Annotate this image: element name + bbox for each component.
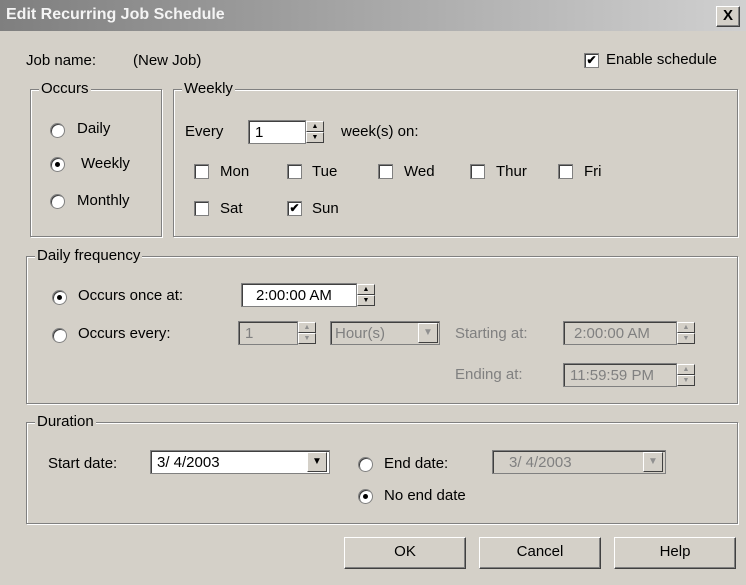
dropdown-arrow-icon[interactable]: ▼ xyxy=(643,452,663,472)
weeks-on-label: week(s) on: xyxy=(341,123,419,140)
close-button[interactable]: X xyxy=(716,6,740,27)
weekly-every-label: Every xyxy=(185,123,224,140)
spin-up-icon[interactable]: ▲ xyxy=(677,322,695,333)
spin-down-icon[interactable]: ▼ xyxy=(677,375,695,386)
every-value-input[interactable]: 1 xyxy=(238,321,298,345)
once-time-input[interactable]: 2:00:00 AM xyxy=(241,283,357,307)
day-mon-checkbox[interactable] xyxy=(194,164,209,179)
day-sat-checkbox[interactable] xyxy=(194,201,209,216)
dropdown-arrow-icon[interactable]: ▼ xyxy=(307,452,327,472)
day-mon-label: Mon xyxy=(220,163,250,180)
starting-at-label: Starting at: xyxy=(455,325,528,342)
spin-up-icon[interactable]: ▲ xyxy=(306,121,324,132)
day-thur-label: Thur xyxy=(496,163,527,180)
day-wed-checkbox[interactable] xyxy=(378,164,393,179)
end-date-radio[interactable] xyxy=(358,457,373,472)
day-sun-label: Sun xyxy=(312,200,339,217)
enable-schedule-label: Enable schedule xyxy=(606,51,717,68)
title-bar: Edit Recurring Job Schedule X xyxy=(0,0,746,31)
checkmark-icon: ✔ xyxy=(586,53,597,67)
starting-at-input[interactable]: 2:00:00 AM xyxy=(563,321,677,345)
once-time-spinner[interactable]: ▲ ▼ xyxy=(357,284,375,306)
no-end-date-label: No end date xyxy=(384,487,466,504)
cancel-button[interactable]: Cancel xyxy=(479,537,601,569)
day-sat-label: Sat xyxy=(220,200,243,217)
starting-at-spinner[interactable]: ▲ ▼ xyxy=(677,322,695,344)
weekly-every-spinner[interactable]: ▲ ▼ xyxy=(306,121,324,143)
day-fri-label: Fri xyxy=(584,163,602,180)
occurs-daily-label: Daily xyxy=(77,120,111,137)
spin-down-icon[interactable]: ▼ xyxy=(298,333,316,344)
every-value-spinner[interactable]: ▲ ▼ xyxy=(298,322,316,344)
spin-down-icon[interactable]: ▼ xyxy=(357,295,375,306)
duration-legend: Duration xyxy=(35,413,96,431)
end-date-input[interactable]: 3/ 4/2003 xyxy=(492,450,666,474)
occurs-weekly-radio[interactable] xyxy=(50,157,65,172)
occurs-every-label: Occurs every: xyxy=(78,325,171,342)
end-date-label: End date: xyxy=(384,455,449,472)
occurs-legend: Occurs xyxy=(39,80,91,98)
occurs-once-label: Occurs once at: xyxy=(78,287,184,304)
help-button[interactable]: Help xyxy=(614,537,736,569)
no-end-date-radio[interactable] xyxy=(358,489,373,504)
day-thur-checkbox[interactable] xyxy=(470,164,485,179)
day-wed-label: Wed xyxy=(404,163,435,180)
checkmark-icon: ✔ xyxy=(289,201,300,215)
occurs-daily-radio[interactable] xyxy=(50,123,65,138)
enable-schedule-checkbox[interactable]: ✔ xyxy=(584,53,599,68)
occurs-every-radio[interactable] xyxy=(52,328,67,343)
spin-down-icon[interactable]: ▼ xyxy=(306,132,324,143)
occurs-weekly-label: Weekly xyxy=(81,155,130,172)
job-name-value: (New Job) xyxy=(133,52,202,69)
start-date-label: Start date: xyxy=(48,455,118,472)
spin-up-icon[interactable]: ▲ xyxy=(677,364,695,375)
day-fri-checkbox[interactable] xyxy=(558,164,573,179)
day-tue-label: Tue xyxy=(312,163,338,180)
weekly-group: Weekly xyxy=(173,80,738,237)
weekly-every-input[interactable]: 1 xyxy=(248,120,306,144)
spin-up-icon[interactable]: ▲ xyxy=(357,284,375,295)
occurs-monthly-label: Monthly xyxy=(77,192,130,209)
ok-button[interactable]: OK xyxy=(344,537,466,569)
day-sun-checkbox[interactable]: ✔ xyxy=(287,201,302,216)
dropdown-arrow-icon[interactable]: ▼ xyxy=(418,323,438,343)
occurs-once-radio[interactable] xyxy=(52,290,67,305)
occurs-monthly-radio[interactable] xyxy=(50,194,65,209)
ending-at-label: Ending at: xyxy=(455,366,523,383)
daily-frequency-legend: Daily frequency xyxy=(35,247,143,265)
ending-at-spinner[interactable]: ▲ ▼ xyxy=(677,364,695,386)
spin-down-icon[interactable]: ▼ xyxy=(677,333,695,344)
ending-at-input[interactable]: 11:59:59 PM xyxy=(563,363,677,387)
job-name-label: Job name: xyxy=(26,52,97,69)
start-date-input[interactable]: 3/ 4/2003 xyxy=(150,450,330,474)
day-tue-checkbox[interactable] xyxy=(287,164,302,179)
spin-up-icon[interactable]: ▲ xyxy=(298,322,316,333)
weekly-legend: Weekly xyxy=(182,80,235,98)
window-title: Edit Recurring Job Schedule xyxy=(6,6,225,23)
